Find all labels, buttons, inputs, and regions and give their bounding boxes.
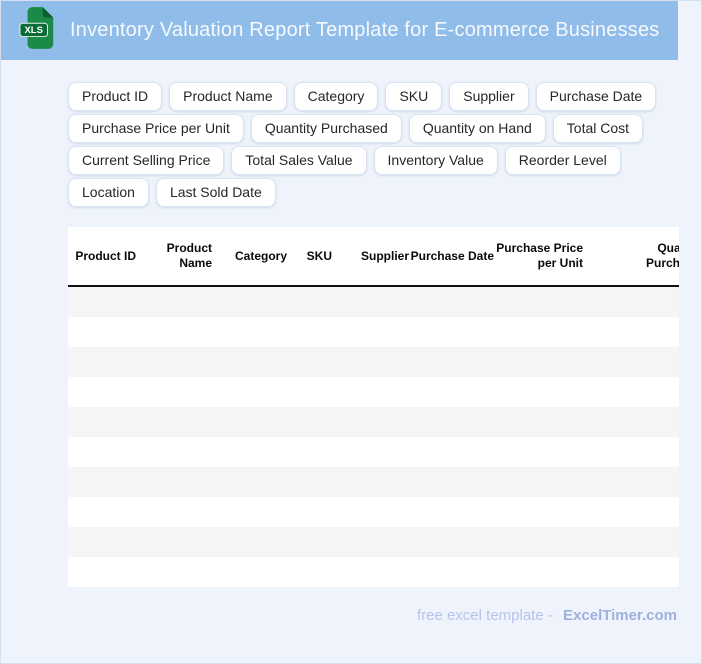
table-row	[68, 347, 679, 377]
table-body	[68, 287, 679, 587]
xls-icon-label: XLS	[24, 25, 42, 36]
table-row	[68, 467, 679, 497]
footer-text: free excel template -	[416, 607, 553, 624]
column-header: Product ID	[75, 248, 136, 263]
brand-link[interactable]: ExcelTimer.com	[563, 607, 677, 624]
column-header: SKU	[306, 248, 332, 263]
table-row	[68, 557, 679, 587]
column-header: Product Name	[166, 241, 212, 270]
field-chip[interactable]: Category	[293, 82, 379, 111]
field-chip[interactable]: Purchase Date	[535, 82, 657, 111]
column-header: Supplier	[360, 248, 409, 263]
table-row	[68, 497, 679, 527]
table-row	[68, 287, 679, 317]
table-row	[68, 317, 679, 347]
field-chip[interactable]: Inventory Value	[373, 146, 498, 175]
field-chip[interactable]: Product Name	[169, 82, 287, 111]
field-chip[interactable]: Total Cost	[552, 114, 644, 143]
column-header: Quantity Purchased	[646, 241, 679, 270]
field-chip[interactable]: Purchase Price per Unit	[68, 114, 244, 143]
column-header: Purchase Date	[410, 248, 494, 263]
column-header: Purchase Price per Unit	[496, 241, 583, 270]
field-chip[interactable]: Current Selling Price	[68, 146, 225, 175]
table-row	[68, 407, 679, 437]
field-chip[interactable]: Quantity Purchased	[250, 114, 402, 143]
field-chip[interactable]: Reorder Level	[504, 146, 621, 175]
table-header-row: Product ID Product Name Category SKU Sup…	[68, 227, 679, 285]
header-bar: XLS Inventory Valuation Report Template …	[1, 1, 678, 60]
field-chip[interactable]: Product ID	[68, 82, 163, 111]
page: XLS Inventory Valuation Report Template …	[0, 0, 702, 664]
table-row	[68, 527, 679, 557]
field-chip[interactable]: Total Sales Value	[231, 146, 367, 175]
field-chip-list: Product ID Product Name Category SKU Sup…	[68, 82, 701, 207]
table-row	[68, 437, 679, 467]
field-chip[interactable]: SKU	[385, 82, 443, 111]
table-row	[68, 377, 679, 407]
inventory-table: Product ID Product Name Category SKU Sup…	[68, 227, 679, 587]
page-title: Inventory Valuation Report Template for …	[70, 19, 660, 41]
footer: free excel template - ExcelTimer.com	[417, 607, 677, 624]
field-chip[interactable]: Location	[68, 178, 149, 207]
field-chip[interactable]: Last Sold Date	[155, 178, 276, 207]
xls-file-icon: XLS	[19, 6, 57, 55]
field-chip[interactable]: Supplier	[449, 82, 529, 111]
field-chip[interactable]: Quantity on Hand	[408, 114, 546, 143]
column-header: Category	[234, 248, 287, 263]
